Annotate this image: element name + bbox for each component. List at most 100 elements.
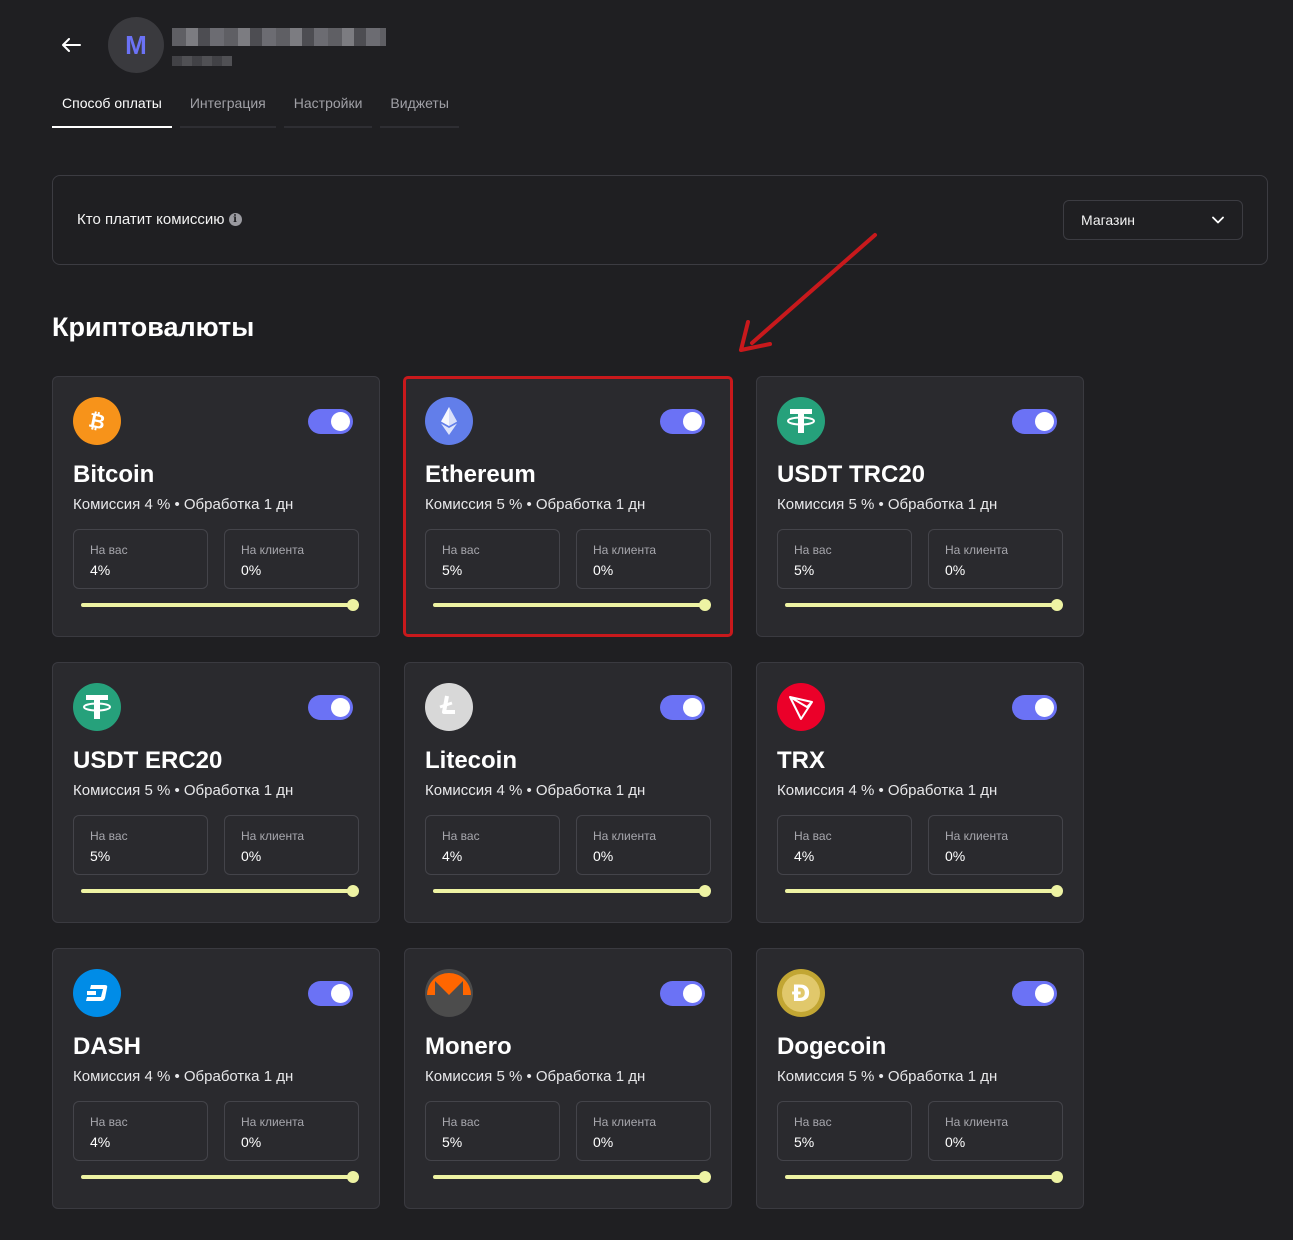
coin-name: USDT ERC20: [73, 747, 223, 774]
slider-track: [433, 889, 705, 893]
fee-on-you-label: На вас: [90, 1115, 128, 1129]
crypto-card-litecoin: Litecoin Комиссия 4 % • Обработка 1 дн Н…: [404, 662, 732, 923]
fee-on-client-label: На клиента: [945, 1115, 1009, 1129]
tab-payment-method[interactable]: Способ оплаты: [52, 88, 172, 128]
slider-thumb[interactable]: [699, 1171, 711, 1183]
coin-name: Dogecoin: [777, 1033, 887, 1060]
fee-split-slider[interactable]: [785, 885, 1063, 897]
coin-meta: Комиссия 4 % • Обработка 1 дн: [777, 782, 998, 799]
fee-on-you-box[interactable]: На вас 4%: [73, 1101, 208, 1161]
fee-on-you-box[interactable]: На вас 5%: [425, 1101, 560, 1161]
fee-on-you-value: 5%: [794, 1134, 815, 1150]
slider-track: [785, 603, 1057, 607]
enable-toggle[interactable]: [308, 409, 353, 434]
fee-on-client-box[interactable]: На клиента 0%: [224, 529, 359, 589]
fee-split-slider[interactable]: [433, 885, 711, 897]
fee-split-slider[interactable]: [785, 1171, 1063, 1183]
slider-track: [81, 603, 353, 607]
fee-on-you-box[interactable]: На вас 5%: [425, 529, 560, 589]
enable-toggle[interactable]: [1012, 695, 1057, 720]
redacted-store-id: [172, 56, 232, 66]
slider-track: [81, 889, 353, 893]
fee-on-you-label: На вас: [794, 543, 832, 557]
coin-name: USDT TRC20: [777, 461, 926, 488]
slider-thumb[interactable]: [699, 885, 711, 897]
fee-on-client-box[interactable]: На клиента 0%: [224, 815, 359, 875]
crypto-card-monero: Monero Комиссия 5 % • Обработка 1 дн На …: [404, 948, 732, 1209]
enable-toggle[interactable]: [308, 695, 353, 720]
crypto-card-ethereum: Ethereum Комиссия 5 % • Обработка 1 дн Н…: [404, 376, 732, 637]
coin-name: Litecoin: [425, 747, 518, 774]
monero-icon: [425, 969, 473, 1017]
fee-on-you-value: 5%: [90, 848, 111, 864]
dogecoin-icon: Ð: [777, 969, 825, 1017]
fee-on-client-box[interactable]: На клиента 0%: [928, 815, 1063, 875]
fee-on-you-box[interactable]: На вас 4%: [777, 815, 912, 875]
fee-split-slider[interactable]: [81, 599, 359, 611]
fee-split-slider[interactable]: [785, 599, 1063, 611]
coin-name: TRX: [777, 747, 825, 774]
tether-icon: [73, 683, 121, 731]
fee-on-client-box[interactable]: На клиента 0%: [576, 529, 711, 589]
fee-on-you-label: На вас: [90, 543, 128, 557]
slider-thumb[interactable]: [347, 1171, 359, 1183]
fee-on-you-box[interactable]: На вас 5%: [73, 815, 208, 875]
coin-meta: Комиссия 5 % • Обработка 1 дн: [425, 496, 646, 513]
avatar: M: [108, 17, 164, 73]
fee-split-slider[interactable]: [81, 1171, 359, 1183]
tab-widgets[interactable]: Виджеты: [380, 88, 459, 128]
enable-toggle[interactable]: [1012, 981, 1057, 1006]
tab-integration[interactable]: Интеграция: [179, 88, 276, 128]
fee-on-client-box[interactable]: На клиента 0%: [576, 1101, 711, 1161]
enable-toggle[interactable]: [660, 695, 705, 720]
back-button[interactable]: [58, 32, 86, 58]
fee-split-slider[interactable]: [81, 885, 359, 897]
info-icon[interactable]: i: [228, 213, 242, 226]
fee-on-client-value: 0%: [241, 562, 262, 578]
slider-thumb[interactable]: [347, 885, 359, 897]
fee-split-slider[interactable]: [433, 599, 711, 611]
enable-toggle[interactable]: [308, 981, 353, 1006]
fee-payer-select[interactable]: Магазин: [1063, 200, 1243, 240]
fee-on-client-box[interactable]: На клиента 0%: [928, 1101, 1063, 1161]
fee-on-client-label: На клиента: [593, 1115, 657, 1129]
enable-toggle[interactable]: [660, 409, 705, 434]
coin-meta: Комиссия 4 % • Обработка 1 дн: [73, 496, 294, 513]
fee-split-slider[interactable]: [433, 1171, 711, 1183]
fee-on-you-value: 4%: [442, 848, 463, 864]
enable-toggle[interactable]: [1012, 409, 1057, 434]
fee-on-you-box[interactable]: На вас 5%: [777, 1101, 912, 1161]
fee-on-you-value: 5%: [442, 562, 463, 578]
coin-name: Bitcoin: [73, 461, 155, 488]
coin-meta: Комиссия 5 % • Обработка 1 дн: [73, 782, 294, 799]
crypto-card-dogecoin: Ð Dogecoin Комиссия 5 % • Обработка 1 дн…: [756, 948, 1084, 1209]
fee-on-you-box[interactable]: На вас 4%: [425, 815, 560, 875]
fee-on-you-label: На вас: [442, 543, 480, 557]
fee-payer-text: Кто платит комиссию: [77, 211, 225, 228]
tab-settings[interactable]: Настройки: [283, 88, 373, 128]
slider-thumb[interactable]: [699, 599, 711, 611]
fee-on-client-label: На клиента: [241, 543, 305, 557]
coin-name: Ethereum: [425, 461, 536, 488]
fee-on-you-box[interactable]: На вас 5%: [777, 529, 912, 589]
fee-on-you-value: 5%: [794, 562, 815, 578]
fee-on-client-label: На клиента: [593, 829, 657, 843]
fee-on-client-value: 0%: [593, 562, 614, 578]
fee-on-you-label: На вас: [442, 1115, 480, 1129]
fee-on-client-box[interactable]: На клиента 0%: [576, 815, 711, 875]
enable-toggle[interactable]: [660, 981, 705, 1006]
fee-on-you-label: На вас: [794, 829, 832, 843]
tron-icon: [777, 683, 825, 731]
slider-thumb[interactable]: [1051, 1171, 1063, 1183]
fee-on-you-label: На вас: [90, 829, 128, 843]
slider-thumb[interactable]: [1051, 885, 1063, 897]
fee-on-client-box[interactable]: На клиента 0%: [928, 529, 1063, 589]
coin-name: DASH: [73, 1033, 142, 1060]
fee-on-you-box[interactable]: На вас 4%: [73, 529, 208, 589]
slider-thumb[interactable]: [1051, 599, 1063, 611]
fee-on-client-box[interactable]: На клиента 0%: [224, 1101, 359, 1161]
slider-thumb[interactable]: [347, 599, 359, 611]
fee-on-you-label: На вас: [442, 829, 480, 843]
coin-meta: Комиссия 5 % • Обработка 1 дн: [425, 1068, 646, 1085]
fee-on-you-value: 4%: [90, 562, 111, 578]
